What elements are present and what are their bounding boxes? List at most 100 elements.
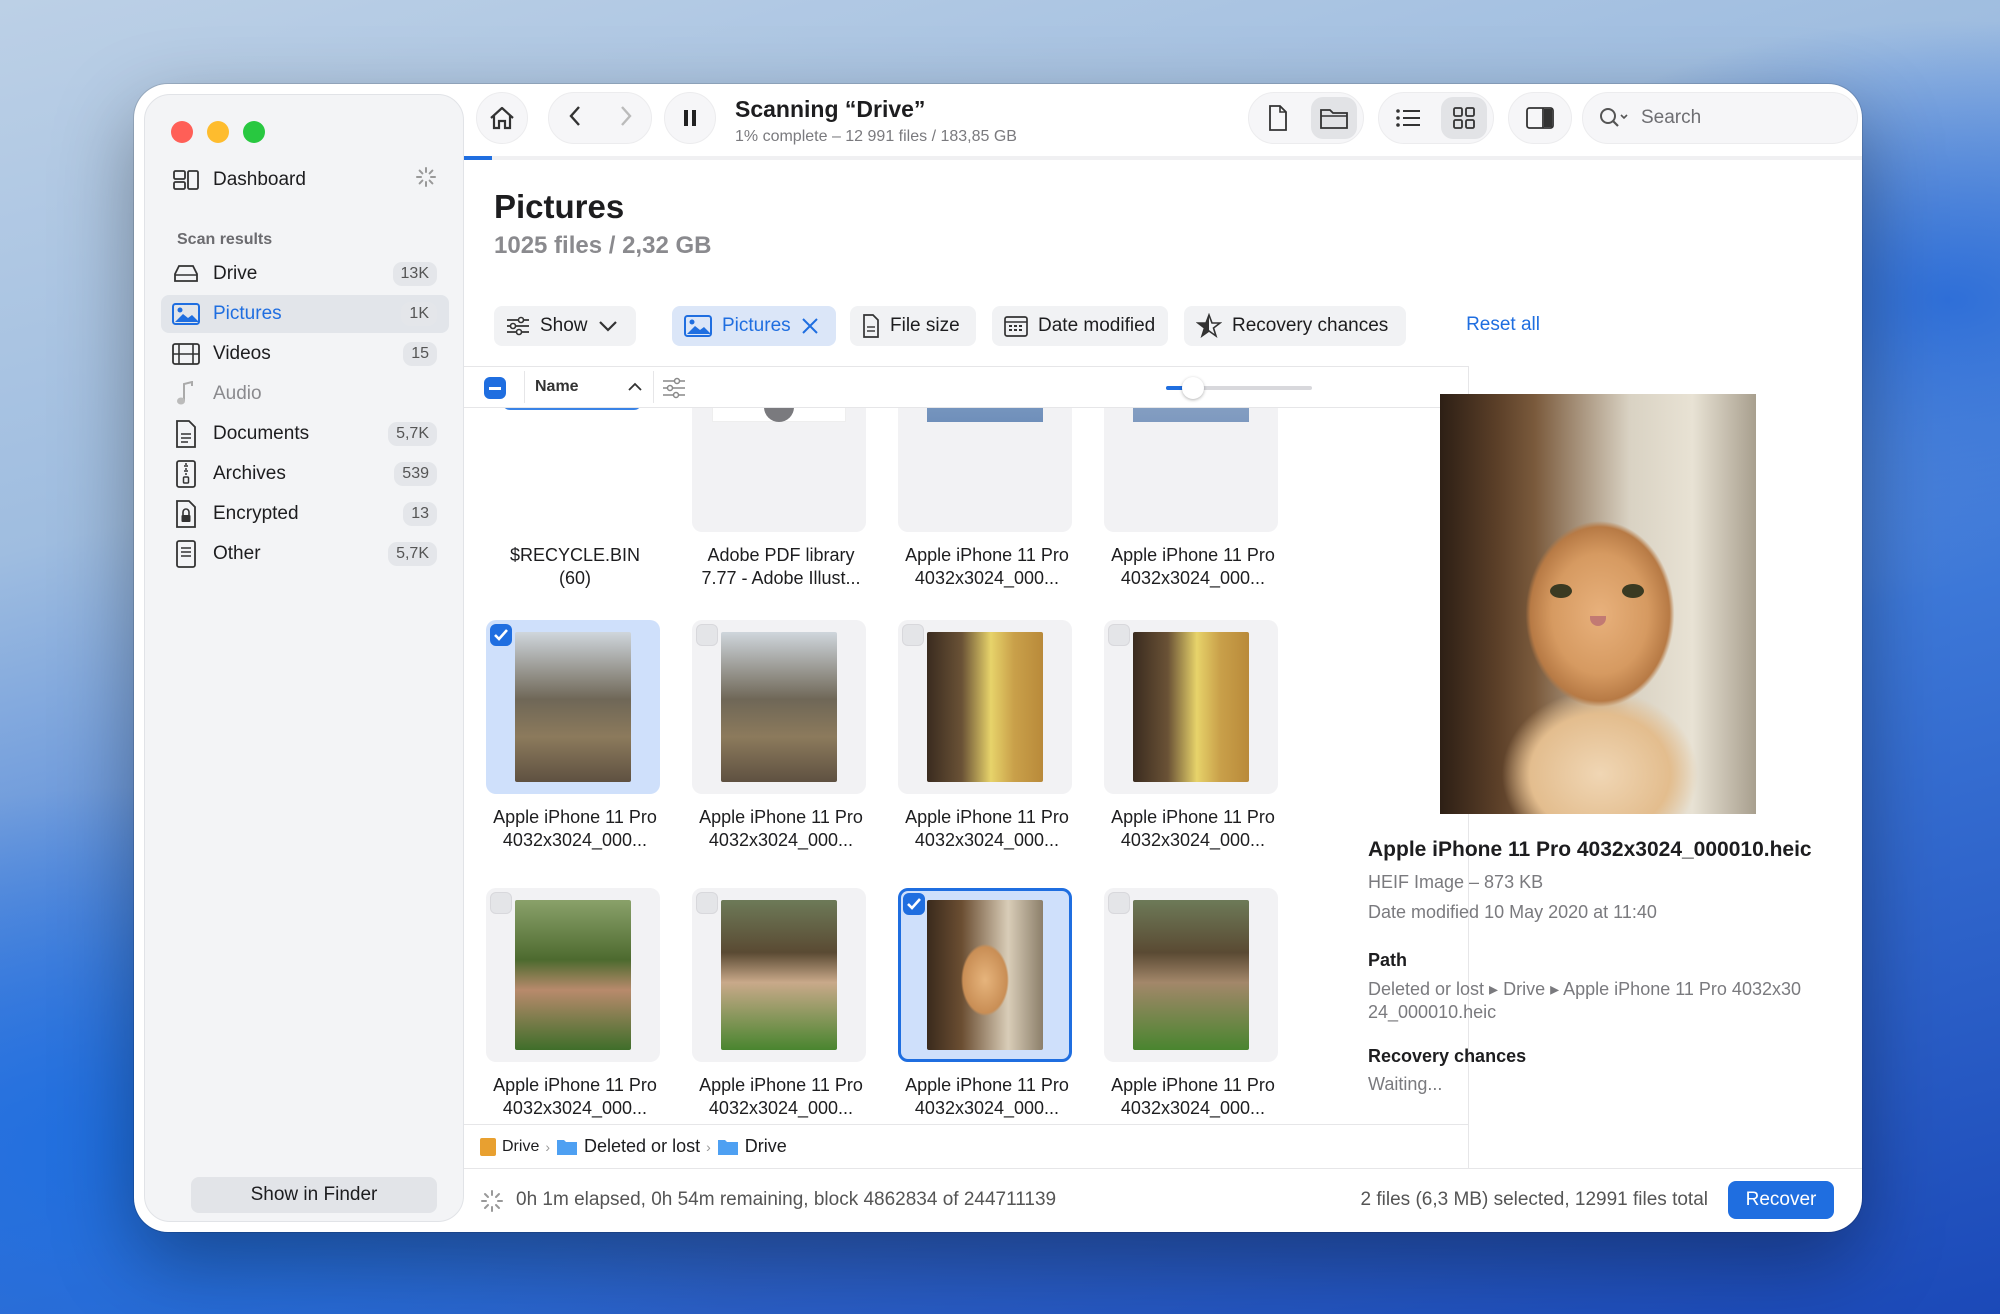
thumbnail <box>692 408 866 532</box>
search-box[interactable]: Search <box>1582 92 1858 144</box>
forward-button[interactable] <box>619 104 633 133</box>
preview-panel-button[interactable] <box>1508 92 1572 144</box>
minimize-button[interactable] <box>207 121 229 143</box>
file-view-button[interactable] <box>1255 97 1301 139</box>
close-icon[interactable] <box>801 317 819 335</box>
home-icon <box>490 106 514 130</box>
name-column-header[interactable]: Name <box>524 371 654 403</box>
file-item[interactable]: Apple iPhone 11 Pro 4032x3024_000... <box>898 408 1076 590</box>
breadcrumb-separator: › <box>706 1138 711 1155</box>
close-button[interactable] <box>171 121 193 143</box>
item-checkbox[interactable] <box>696 892 718 914</box>
breadcrumb-lost[interactable]: Deleted or lost <box>584 1136 700 1157</box>
file-item[interactable]: Apple iPhone 11 Pro 4032x3024_000... <box>692 620 870 852</box>
file-caption: Apple iPhone 11 Pro 4032x3024_000... <box>1111 1075 1275 1118</box>
sidebar-item-audio[interactable]: Audio <box>161 375 449 413</box>
file-item[interactable]: Apple iPhone 11 Pro 4032x3024_000... <box>692 888 870 1120</box>
folder-icon <box>717 1139 738 1155</box>
checkmark-icon <box>494 629 508 641</box>
scan-subtitle: 1% complete – 12 991 files / 183,85 GB <box>735 128 1017 145</box>
home-button[interactable] <box>476 92 528 144</box>
slider-knob[interactable] <box>1182 377 1204 399</box>
sidebar-item-other[interactable]: Other 5,7K <box>161 535 449 573</box>
sidebar-item-label: Pictures <box>213 303 282 324</box>
recovery-heading: Recovery chances <box>1368 1046 1527 1066</box>
item-checkbox[interactable] <box>903 893 925 915</box>
item-checkbox[interactable] <box>490 892 512 914</box>
breadcrumb-drive[interactable]: Drive <box>502 1138 539 1156</box>
dashboard-icon <box>171 165 201 195</box>
list-view-button[interactable] <box>1385 97 1431 139</box>
sidebar-item-pictures[interactable]: Pictures 1K <box>161 295 449 333</box>
item-checkbox[interactable] <box>490 624 512 646</box>
reset-all-link[interactable]: Reset all <box>1466 314 1540 336</box>
sidebar-item-drive[interactable]: Drive 13K <box>161 255 449 293</box>
item-checkbox[interactable] <box>1108 624 1130 646</box>
breadcrumb-folder[interactable]: Drive <box>745 1136 787 1157</box>
app-window: Dashboard Scan results Drive 13K Picture… <box>134 84 1862 1232</box>
sidebar-item-label: Other <box>213 543 261 564</box>
back-button[interactable] <box>568 104 582 133</box>
file-item[interactable]: Apple iPhone 11 Pro 4032x3024_000... <box>1104 888 1282 1120</box>
sidebar-item-archives[interactable]: Archives 539 <box>161 455 449 493</box>
file-caption: Apple iPhone 11 Pro 4032x3024_000... <box>905 807 1069 850</box>
zoom-button[interactable] <box>243 121 265 143</box>
show-filter-button[interactable]: Show <box>494 306 636 346</box>
file-caption: Adobe PDF library 7.77 - Adobe Illust... <box>701 545 861 588</box>
folder-view-button[interactable] <box>1311 97 1357 139</box>
recovery-chances-filter-button[interactable]: Recovery chances <box>1184 306 1406 346</box>
pause-icon <box>684 110 696 126</box>
sidebar: Dashboard Scan results Drive 13K Picture… <box>144 94 464 1222</box>
pause-button[interactable] <box>664 92 716 144</box>
grid-icon <box>1453 107 1475 129</box>
file-item[interactable]: Apple iPhone 11 Pro 4032x3024_000... <box>486 888 664 1120</box>
status-bar: 0h 1m elapsed, 0h 54m remaining, block 4… <box>464 1168 1862 1232</box>
thumbnail <box>898 408 1072 532</box>
photo <box>515 900 631 1050</box>
nav-buttons <box>548 92 652 144</box>
star-icon <box>1196 313 1222 339</box>
path-heading: Path <box>1368 950 1408 970</box>
sidebar-item-dashboard[interactable]: Dashboard <box>161 161 449 199</box>
sidebar-item-documents[interactable]: Documents 5,7K <box>161 415 449 453</box>
file-item[interactable]: $RECYCLE.BIN (60) <box>486 408 664 590</box>
file-caption: $RECYCLE.BIN (60) <box>509 545 641 588</box>
other-icon <box>171 539 201 569</box>
chevron-right-icon <box>620 105 632 126</box>
file-grid: $RECYCLE.BIN (60) Adobe PDF library 7.77 -… <box>464 408 1468 1124</box>
sidebar-item-label: Archives <box>213 463 286 484</box>
show-filter-label: Show <box>540 315 588 336</box>
pictures-filter-chip[interactable]: Pictures <box>672 306 836 346</box>
select-all-checkbox[interactable] <box>484 377 506 399</box>
file-item[interactable]: Apple iPhone 11 Pro 4032x3024_000... <box>898 888 1076 1120</box>
file-item[interactable]: Adobe PDF library 7.77 - Adobe Illust... <box>692 408 870 590</box>
documents-icon <box>171 419 201 449</box>
thumbnail <box>1104 888 1278 1062</box>
search-input[interactable]: Search <box>1641 107 1701 129</box>
item-checkbox[interactable] <box>696 624 718 646</box>
sidebar-item-encrypted[interactable]: Encrypted 13 <box>161 495 449 533</box>
file-item[interactable]: Apple iPhone 11 Pro 4032x3024_000... <box>1104 620 1282 852</box>
sidebar-right-icon <box>1526 107 1554 129</box>
folder-icon <box>557 1139 578 1155</box>
column-settings-icon[interactable] <box>662 377 686 399</box>
show-in-finder-button[interactable]: Show in Finder <box>191 1177 437 1213</box>
file-item[interactable]: Apple iPhone 11 Pro 4032x3024_000... <box>898 620 1076 852</box>
recover-button[interactable]: Recover <box>1728 1181 1834 1219</box>
item-checkbox[interactable] <box>1108 892 1130 914</box>
sidebar-item-videos[interactable]: Videos 15 <box>161 335 449 373</box>
grid-view-button[interactable] <box>1441 97 1487 139</box>
file-size-filter-button[interactable]: File size <box>850 306 976 346</box>
count-badge: 15 <box>403 342 437 366</box>
cat-eye-left <box>1550 584 1572 598</box>
item-checkbox[interactable] <box>902 624 924 646</box>
file-item[interactable]: Apple iPhone 11 Pro 4032x3024_000... <box>1104 408 1282 590</box>
sidebar-item-label: Videos <box>213 343 271 364</box>
thumbnail-size-slider[interactable] <box>1166 377 1312 399</box>
scan-status-text: 0h 1m elapsed, 0h 54m remaining, block 4… <box>516 1189 1057 1210</box>
file-item[interactable]: Apple iPhone 11 Pro 4032x3024_000... <box>486 620 664 852</box>
thumbnail <box>1104 620 1278 794</box>
date-modified-filter-button[interactable]: Date modified <box>992 306 1168 346</box>
checkmark-icon <box>907 898 921 910</box>
layout-group <box>1378 92 1494 144</box>
